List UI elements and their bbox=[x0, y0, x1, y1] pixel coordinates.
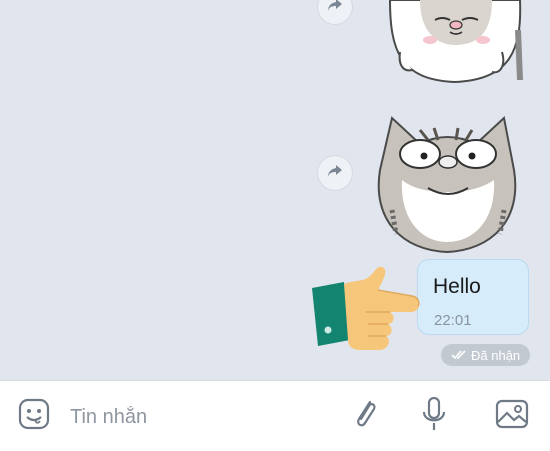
cat-sleepy-sticker[interactable] bbox=[380, 0, 530, 93]
microphone-button[interactable] bbox=[415, 395, 453, 437]
status-label: Đã nhận bbox=[471, 347, 521, 363]
pointing-hand-icon bbox=[308, 262, 426, 365]
forward-icon bbox=[326, 0, 344, 18]
image-icon bbox=[494, 398, 530, 435]
microphone-icon bbox=[421, 395, 447, 438]
message-time: 22:01 bbox=[434, 312, 472, 329]
emoji-icon bbox=[17, 397, 51, 436]
attachment-icon bbox=[350, 396, 380, 437]
message-text: Hello bbox=[433, 275, 481, 298]
emoji-button[interactable] bbox=[16, 398, 52, 434]
message-input-bar bbox=[0, 380, 550, 451]
forward-button[interactable] bbox=[318, 156, 352, 190]
forward-button[interactable] bbox=[318, 0, 352, 24]
forward-icon bbox=[326, 163, 344, 184]
double-check-icon bbox=[451, 348, 467, 363]
attachment-button[interactable] bbox=[346, 396, 384, 436]
message-input[interactable] bbox=[68, 399, 322, 435]
message-bubble[interactable]: Hello 22:01 bbox=[417, 259, 529, 335]
cat-surprised-sticker[interactable] bbox=[372, 110, 522, 260]
status-badge: Đã nhận bbox=[441, 344, 531, 366]
image-button[interactable] bbox=[492, 398, 532, 434]
chat-area: Hello 22:01 Đã nhận bbox=[0, 0, 550, 380]
